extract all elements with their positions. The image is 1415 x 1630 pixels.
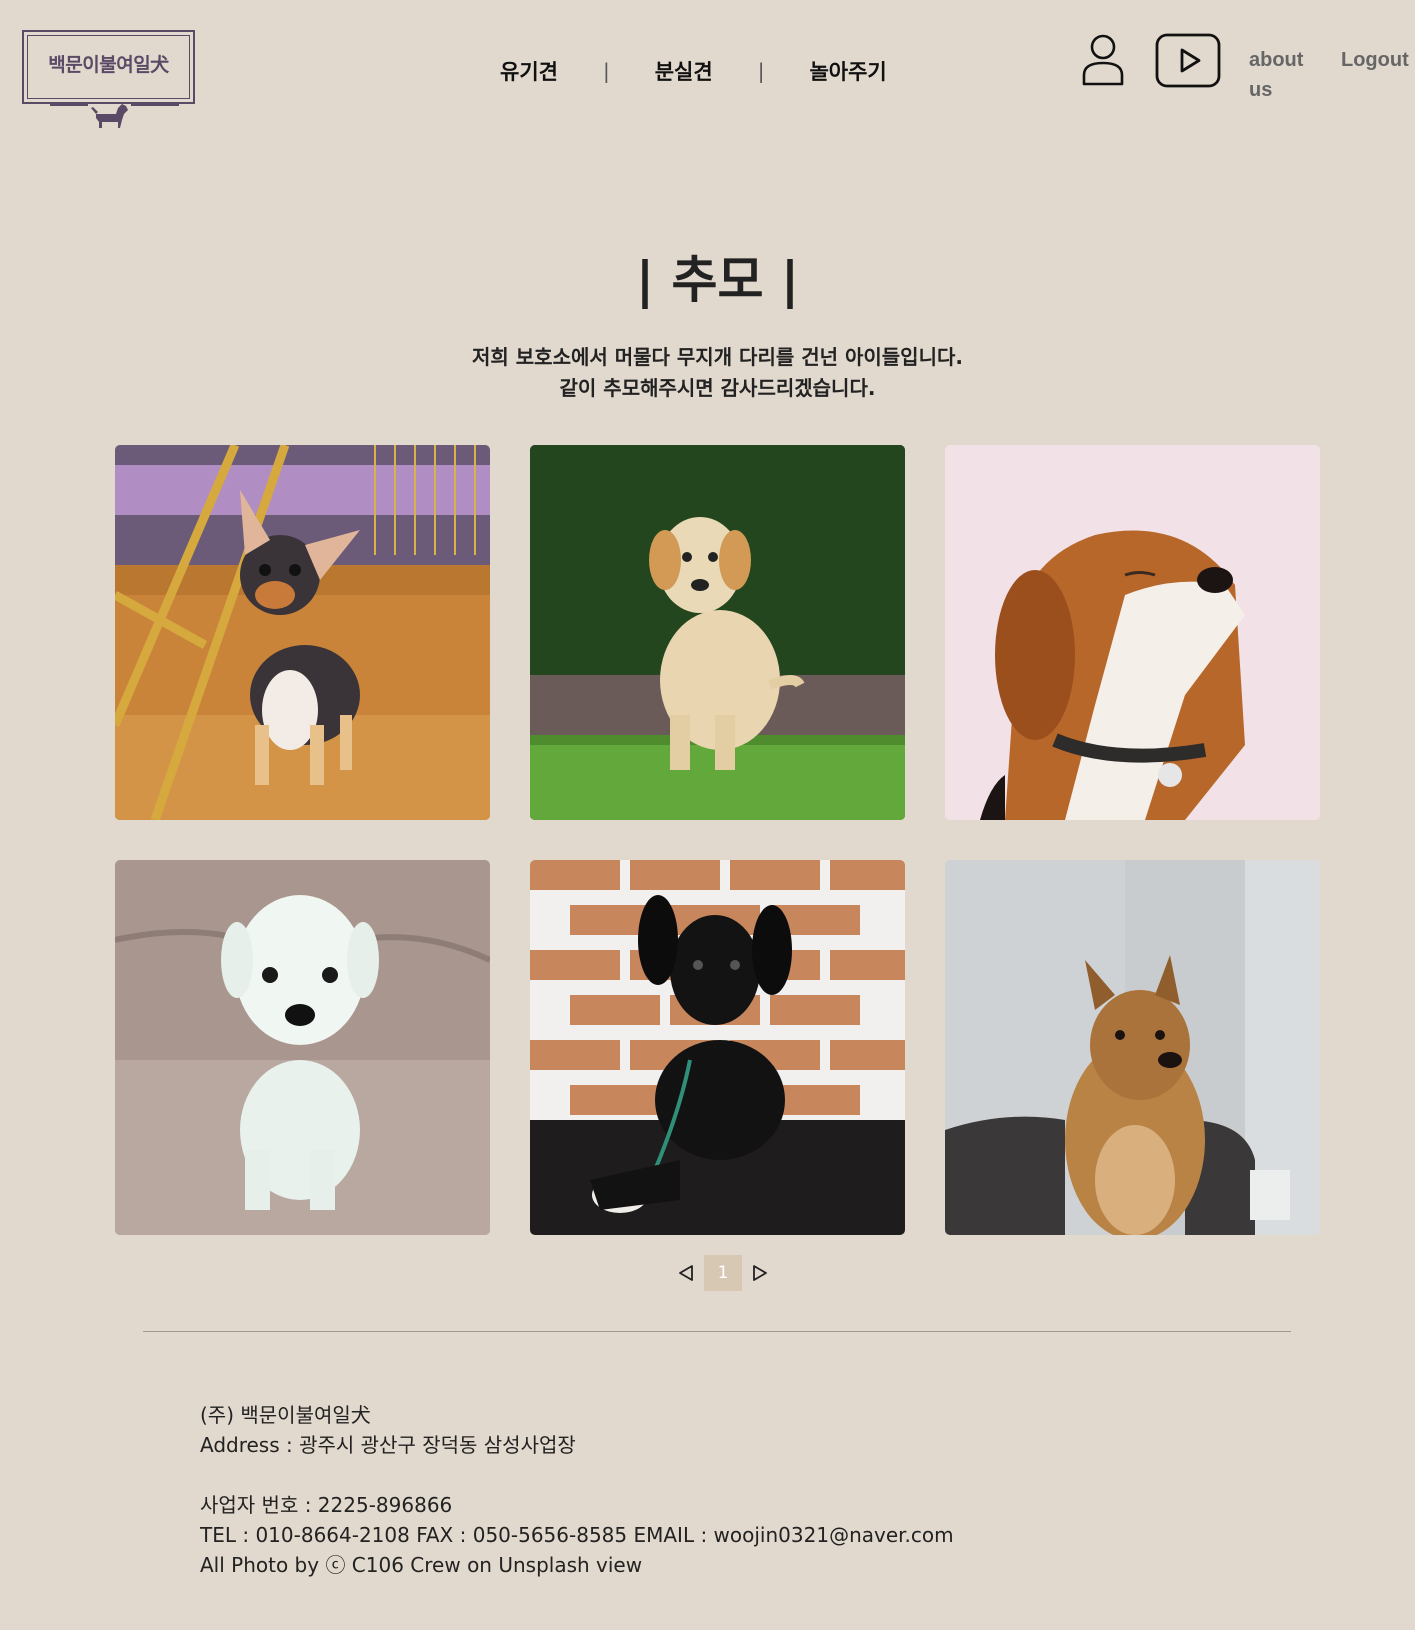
nav-item-lost[interactable]: 분실견 (655, 56, 713, 86)
intro-line: 저희 보호소에서 머물다 무지개 다리를 건넌 아이들입니다. (472, 345, 963, 369)
dog-photo-golden-retriever[interactable] (530, 445, 905, 820)
prev-page-button[interactable] (668, 1255, 704, 1291)
next-page-button[interactable] (742, 1255, 778, 1291)
about-us-link[interactable]: about us (1249, 45, 1319, 105)
nav-separator: | (757, 59, 765, 83)
logo-line (131, 104, 179, 106)
dog-photo-white-puppy[interactable] (115, 860, 490, 1235)
logo-line (50, 104, 88, 106)
nav-item-abandoned[interactable]: 유기견 (500, 56, 558, 86)
footer-address: Address : 광주시 광산구 장덕동 삼성사업장 (200, 1433, 576, 1457)
site-footer: (주) 백문이불여일犬 Address : 광주시 광산구 장덕동 삼성사업장 … (200, 1400, 954, 1580)
footer-divider (143, 1331, 1291, 1332)
dog-photo-black-puppy[interactable] (530, 860, 905, 1235)
footer-photo-credit[interactable]: All Photo by ⓒ C106 Crew on Unsplash vie… (200, 1550, 954, 1580)
youtube-play-icon[interactable] (1155, 33, 1221, 88)
dog-photo-pomeranian[interactable] (945, 860, 1320, 1235)
logout-link[interactable]: Logout (1341, 45, 1409, 75)
logo-text: 백문이불여일犬 (48, 54, 169, 76)
nav-item-play[interactable]: 놀아주기 (809, 56, 886, 86)
footer-business-number: 사업자 번호 : 2225-896866 (200, 1493, 453, 1517)
footer-contact: TEL : 010-8664-2108 FAX : 050-5656-8585 … (200, 1523, 954, 1547)
pagination: 1 (668, 1255, 778, 1291)
memorial-gallery (115, 445, 1321, 1235)
dog-photo-beagle[interactable] (945, 445, 1320, 820)
site-logo[interactable]: 백문이불여일犬 (22, 30, 195, 128)
intro-text: 저희 보호소에서 머물다 무지개 다리를 건넌 아이들입니다. 같이 추모해주시… (0, 342, 1415, 404)
triangle-left-icon (679, 1265, 693, 1281)
page-title: | 추모 | (635, 251, 800, 309)
dog-icon (91, 104, 128, 128)
nav-separator: | (602, 59, 610, 83)
triangle-right-icon (753, 1265, 767, 1281)
page-number-current[interactable]: 1 (704, 1255, 742, 1291)
footer-company: (주) 백문이불여일犬 (200, 1403, 371, 1427)
user-icon[interactable] (1081, 33, 1125, 87)
main-nav: 유기견 | 분실견 | 놀아주기 (500, 56, 887, 86)
intro-line: 같이 추모해주시면 감사드리겠습니다. (559, 376, 876, 400)
dog-photo-chihuahua[interactable] (115, 445, 490, 820)
